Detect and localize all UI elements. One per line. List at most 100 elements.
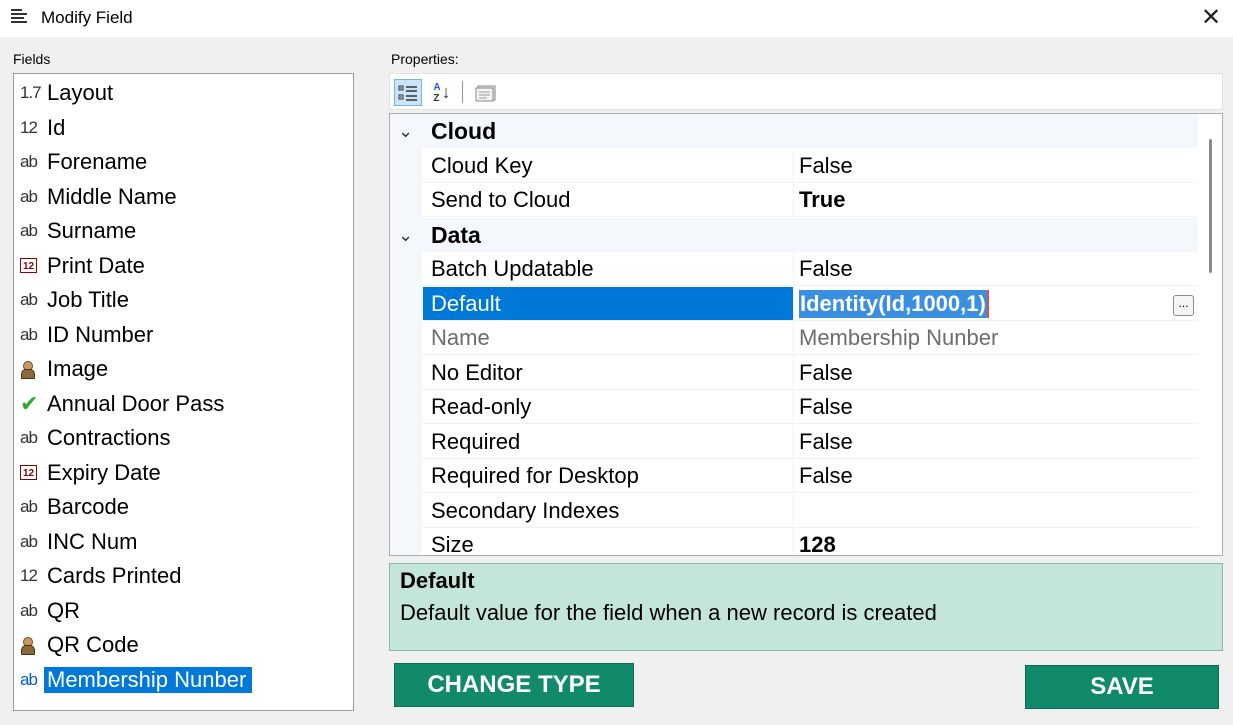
field-item[interactable]: ab ID Number: [20, 320, 153, 350]
property-value[interactable]: True: [799, 183, 1198, 217]
property-value[interactable]: False: [799, 390, 1198, 424]
property-value[interactable]: 128: [799, 528, 1198, 555]
save-button[interactable]: SAVE: [1025, 665, 1219, 709]
property-row[interactable]: Name Membership Nunber: [390, 321, 1198, 355]
toolbar-separator: [462, 81, 463, 103]
chevron-down-icon[interactable]: ⌄: [398, 114, 418, 148]
field-item[interactable]: ab Barcode: [20, 492, 129, 522]
column-divider: [793, 252, 794, 286]
category-row[interactable]: ⌄ Data: [390, 217, 1198, 252]
property-row[interactable]: Secondary Indexes: [390, 493, 1198, 528]
properties-toolbar: A Z ↓: [389, 73, 1223, 110]
field-item-label: Job Title: [47, 287, 129, 312]
column-divider: [793, 355, 794, 390]
column-divider: [793, 321, 794, 355]
property-value-input[interactable]: Identity(Id,1000,1): [799, 289, 989, 318]
scrollbar-thumb[interactable]: [1209, 139, 1212, 273]
property-value[interactable]: False: [799, 149, 1198, 183]
property-row[interactable]: Required False: [390, 424, 1198, 459]
field-item[interactable]: ab INC Num: [20, 527, 137, 557]
calendar-icon: 12: [20, 258, 47, 273]
text-icon: ab: [20, 324, 38, 344]
property-name: Secondary Indexes: [431, 497, 620, 523]
field-item[interactable]: ab QR: [20, 596, 80, 626]
text-icon: ab: [20, 428, 38, 447]
list-lines-icon: [11, 9, 27, 27]
property-value[interactable]: False: [799, 252, 1198, 286]
field-item-label: Print Date: [47, 252, 145, 278]
category-name: Cloud: [431, 118, 497, 144]
change-type-button[interactable]: CHANGE TYPE: [394, 663, 634, 707]
property-row[interactable]: Default Identity(Id,1000,1)...: [390, 286, 1198, 321]
checkmark-icon: ✔: [20, 390, 38, 416]
field-item[interactable]: 12 Expiry Date: [20, 458, 161, 488]
field-item-label: Cards Printed: [47, 563, 182, 588]
property-name: Read-only: [431, 394, 532, 419]
category-row[interactable]: ⌄ Cloud: [390, 114, 1198, 148]
property-name: Required for Desktop: [431, 463, 639, 488]
field-item[interactable]: ab Job Title: [20, 285, 129, 315]
ellipsis-button[interactable]: ...: [1173, 294, 1194, 316]
property-row[interactable]: Send to Cloud True: [390, 183, 1198, 217]
category-name: Data: [431, 221, 481, 248]
column-divider: [793, 183, 794, 217]
field-item[interactable]: ab Membership Nunber: [20, 665, 253, 695]
field-item-label: ID Number: [47, 321, 154, 347]
property-value[interactable]: False: [799, 425, 1198, 459]
text-icon: ab: [20, 669, 38, 689]
column-divider: [793, 528, 794, 555]
fields-label: Fields: [13, 51, 51, 67]
sort-alphabetical-icon[interactable]: A Z ↓: [428, 79, 456, 106]
text-icon: ab: [20, 221, 38, 240]
field-item-label: INC Num: [47, 528, 138, 554]
property-name: Send to Cloud: [431, 187, 571, 212]
property-value: Membership Nunber: [799, 325, 999, 350]
calendar-glyph: 12: [20, 258, 37, 273]
property-row[interactable]: Batch Updatable False: [390, 252, 1198, 286]
categorized-view-icon[interactable]: [394, 79, 422, 106]
property-name: Batch Updatable: [431, 256, 594, 281]
window-title: Modify Field: [41, 8, 133, 27]
property-value[interactable]: False: [799, 356, 1198, 390]
image-icon: [20, 360, 47, 379]
property-row[interactable]: Required for Desktop False: [390, 459, 1198, 493]
field-item[interactable]: 12 Cards Printed: [20, 561, 182, 591]
column-divider: [793, 459, 794, 493]
field-item[interactable]: QR Code: [20, 630, 139, 660]
field-item-label: Barcode: [47, 494, 129, 519]
property-row[interactable]: Size 128: [390, 528, 1198, 555]
field-item[interactable]: ab Middle Name: [20, 182, 177, 212]
text-icon: ab: [20, 152, 38, 171]
title-bar: Modify Field ✕: [0, 0, 1233, 37]
column-divider: [793, 390, 794, 424]
property-name: Name: [431, 325, 490, 350]
field-item[interactable]: 1.7 Layout: [20, 78, 113, 108]
property-row[interactable]: Cloud Key False: [390, 148, 1198, 183]
property-value[interactable]: False: [799, 459, 1198, 493]
field-item[interactable]: ab Surname: [20, 216, 136, 246]
integer-icon: 12: [20, 566, 38, 585]
field-item-label: Id: [47, 114, 66, 140]
field-item[interactable]: Image: [20, 354, 108, 384]
chevron-down-icon[interactable]: ⌄: [398, 218, 418, 252]
field-item-label: Contractions: [47, 425, 171, 450]
fields-list[interactable]: 1.7 Layout 12 Id ab Forename ab Middle Name ab Su…: [13, 73, 354, 711]
property-pages-icon[interactable]: [472, 79, 500, 106]
text-icon: ab: [20, 497, 38, 516]
column-divider: [793, 148, 794, 183]
field-item[interactable]: 12 Id: [20, 113, 65, 143]
description-panel: Default Default value for the field when…: [389, 563, 1223, 651]
field-item[interactable]: 12 Print Date: [20, 251, 145, 281]
close-icon[interactable]: ✕: [1197, 4, 1225, 32]
field-item[interactable]: ✔ Annual Door Pass: [20, 389, 224, 419]
property-row[interactable]: Read-only False: [390, 390, 1198, 424]
property-value[interactable]: [799, 494, 1198, 528]
field-item-label: Layout: [47, 80, 114, 105]
text-icon: ab: [20, 531, 38, 551]
grid-scrollbar[interactable]: [1204, 114, 1222, 555]
property-grid[interactable]: ⌄ Cloud Cloud Key False Send to Cloud True ⌄ Da…: [389, 113, 1223, 556]
field-item[interactable]: ab Forename: [20, 147, 147, 177]
field-item[interactable]: ab Contractions: [20, 423, 171, 453]
property-row[interactable]: No Editor False: [390, 355, 1198, 390]
sort-z-glyph: Z: [433, 92, 440, 104]
